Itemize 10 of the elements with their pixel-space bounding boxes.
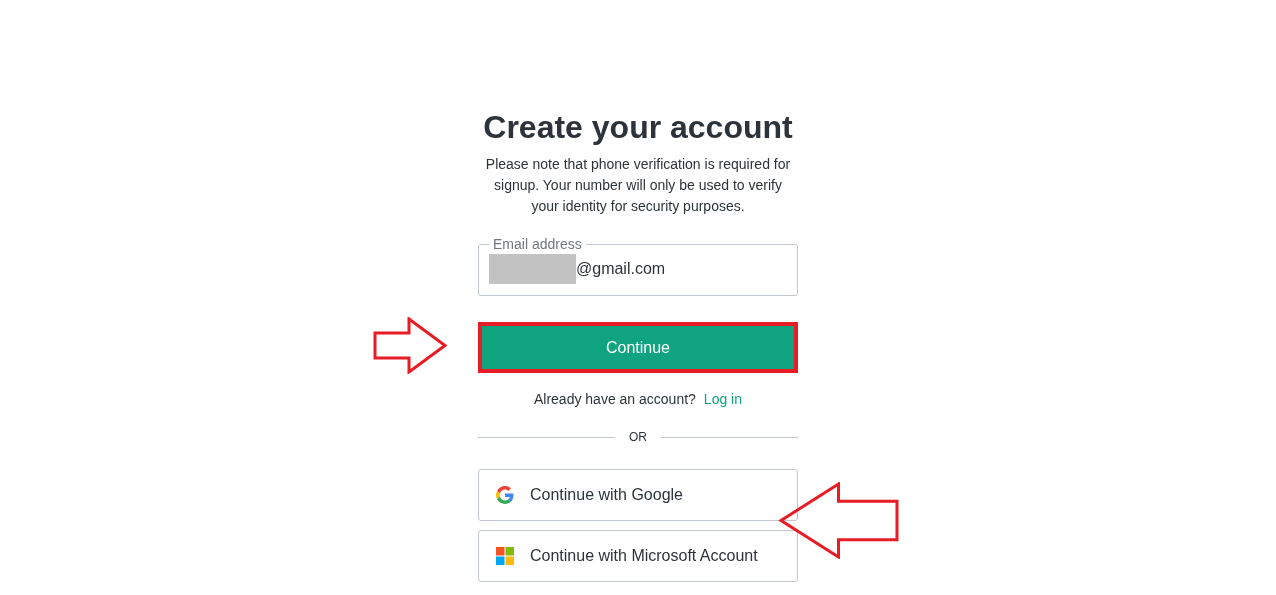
- social-login-button[interactable]: Continue with Microsoft Account: [478, 530, 798, 582]
- email-value: @gmail.com: [576, 259, 666, 279]
- google-icon: [496, 486, 514, 504]
- page-title: Create your account: [483, 108, 793, 147]
- verification-notice: Please note that phone verification is required for signup. Your number will only be used to verify your identity for security purposes.: [484, 155, 792, 216]
- login-prompt: Already have an account?: [533, 390, 696, 409]
- microsoft-icon: [496, 547, 514, 565]
- social-login-button[interactable]: Continue with Google: [478, 469, 798, 521]
- divider-label: OR: [628, 429, 648, 446]
- field-label: Email address: [492, 235, 583, 254]
